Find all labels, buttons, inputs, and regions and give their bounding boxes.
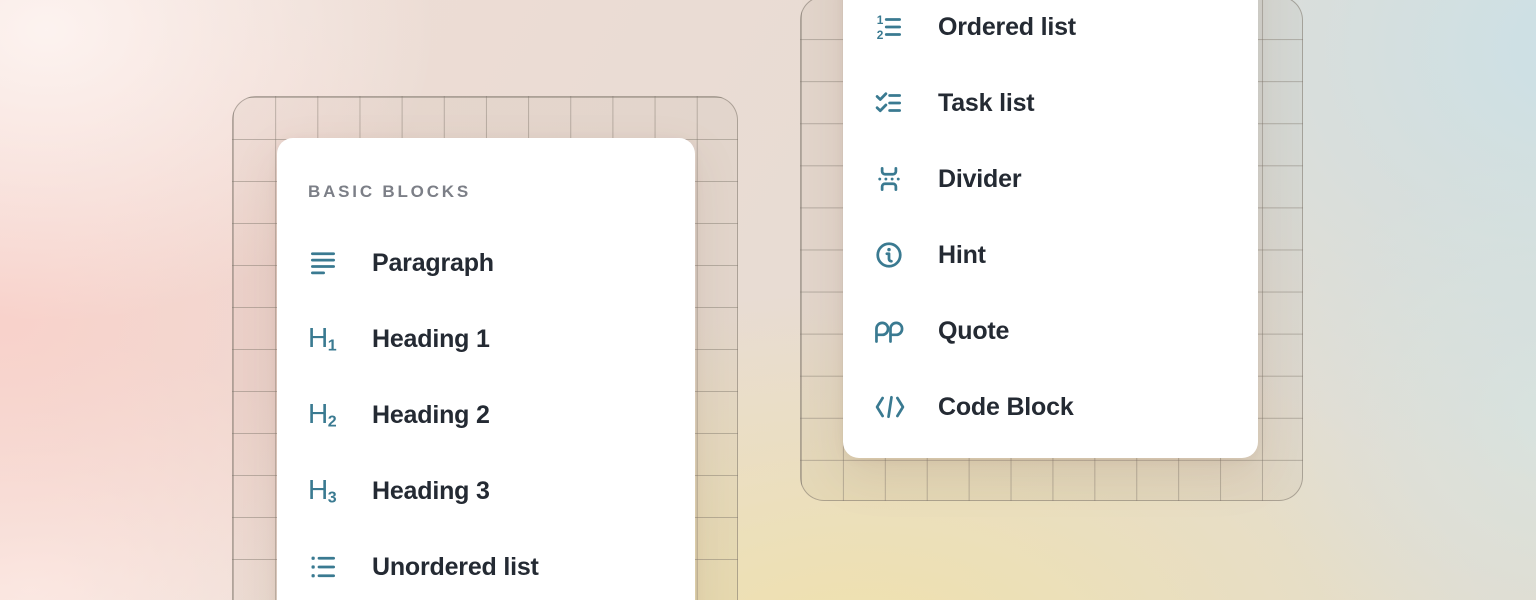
svg-text:1: 1	[877, 13, 884, 27]
hero-background: BASIC BLOCKS Paragraph H1 Heading 1 H2 Headi…	[0, 0, 1536, 600]
paragraph-icon	[308, 247, 342, 279]
menu-item-code-block[interactable]: Code Block	[874, 369, 1258, 445]
menu-item-label: Hint	[938, 241, 986, 270]
menu-item-label: Paragraph	[372, 249, 494, 278]
menu-item-ordered-list[interactable]: 1 2 Ordered list	[874, 0, 1258, 65]
divider-icon	[874, 163, 908, 195]
code-block-icon	[874, 391, 908, 423]
menu-item-label: Divider	[938, 165, 1021, 194]
menu-item-heading-3[interactable]: H3 Heading 3	[308, 453, 695, 529]
svg-text:2: 2	[877, 28, 884, 42]
menu-item-label: Heading 2	[372, 401, 490, 430]
menu-item-paragraph[interactable]: Paragraph	[308, 225, 695, 301]
quote-icon	[874, 315, 908, 347]
basic-blocks-menu-card: BASIC BLOCKS Paragraph H1 Heading 1 H2 Headi…	[277, 138, 695, 600]
menu-item-task-list[interactable]: Task list	[874, 65, 1258, 141]
menu-item-quote[interactable]: Quote	[874, 293, 1258, 369]
menu-item-divider[interactable]: Divider	[874, 141, 1258, 217]
unordered-list-icon	[308, 551, 342, 583]
section-label-basic-blocks: BASIC BLOCKS	[308, 182, 695, 202]
menu-item-heading-2[interactable]: H2 Heading 2	[308, 377, 695, 453]
menu-item-list: 1 2 Ordered list Task list Divider Hint …	[874, 0, 1258, 445]
menu-item-heading-1[interactable]: H1 Heading 1	[308, 301, 695, 377]
menu-item-label: Ordered list	[938, 13, 1076, 42]
menu-item-label: Heading 1	[372, 325, 490, 354]
heading-1-icon: H1	[308, 323, 342, 355]
heading-3-icon: H3	[308, 475, 342, 507]
menu-item-unordered-list[interactable]: Unordered list	[308, 529, 695, 600]
menu-item-label: Code Block	[938, 393, 1074, 422]
menu-item-label: Unordered list	[372, 553, 539, 582]
menu-item-label: Quote	[938, 317, 1009, 346]
ordered-list-icon: 1 2	[874, 11, 908, 43]
menu-item-label: Task list	[938, 89, 1034, 118]
menu-item-label: Heading 3	[372, 477, 490, 506]
heading-2-icon: H2	[308, 399, 342, 431]
menu-item-list: Paragraph H1 Heading 1 H2 Heading 2 H3 Heading…	[308, 225, 695, 600]
menu-item-hint[interactable]: Hint	[874, 217, 1258, 293]
blocks-menu-card-right: 1 2 Ordered list Task list Divider Hint …	[843, 0, 1258, 458]
hint-icon	[874, 239, 908, 271]
task-list-icon	[874, 87, 908, 119]
